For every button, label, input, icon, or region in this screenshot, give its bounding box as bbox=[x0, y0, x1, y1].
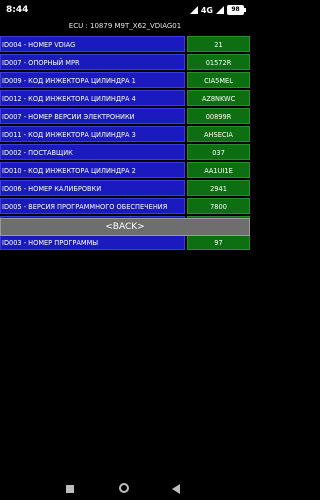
table-row[interactable]: ID004 - НОМЕР VDIAG 21 bbox=[0, 36, 250, 52]
parameter-name: ID004 - НОМЕР VDIAG bbox=[0, 36, 185, 52]
table-row[interactable]: ID003 - НОМЕР ПРОГРАММЫ 97 bbox=[0, 234, 250, 250]
status-icons: 4G 98 bbox=[189, 5, 246, 15]
parameter-value: 00899R bbox=[187, 108, 250, 124]
table-row[interactable]: ID009 - КОД ИНЖЕКТОРА ЦИЛИНДРА 1 CIA5MEL bbox=[0, 72, 250, 88]
battery-icon: 98 bbox=[227, 5, 246, 15]
network-label: 4G bbox=[200, 5, 213, 15]
parameter-name: ID005 - ВЕРСИЯ ПРОГРАММНОГО ОБЕСПЕЧЕНИЯ bbox=[0, 198, 185, 214]
table-row[interactable]: ID012 - КОД ИНЖЕКТОРА ЦИЛИНДРА 4 AZ8NKWC bbox=[0, 90, 250, 106]
parameter-name: ID007 - ОПОРНЫЙ MPR bbox=[0, 54, 185, 70]
parameter-value: 7800 bbox=[187, 198, 250, 214]
parameter-value: AA1UI1E bbox=[187, 162, 250, 178]
parameter-value: 01572R bbox=[187, 54, 250, 70]
table-row[interactable]: ID007 - ОПОРНЫЙ MPR 01572R bbox=[0, 54, 250, 70]
home-icon[interactable] bbox=[119, 483, 129, 493]
table-row[interactable]: ID002 - ПОСТАВЩИК 037 bbox=[0, 144, 250, 160]
table-row[interactable]: ID006 - НОМЕР КАЛИБРОВКИ 2941 bbox=[0, 180, 250, 196]
status-bar: 8:44 4G 98 bbox=[0, 0, 250, 20]
parameter-name: ID006 - НОМЕР КАЛИБРОВКИ bbox=[0, 180, 185, 196]
parameter-name: ID009 - КОД ИНЖЕКТОРА ЦИЛИНДРА 1 bbox=[0, 72, 185, 88]
parameter-name: ID010 - КОД ИНЖЕКТОРА ЦИЛИНДРА 2 bbox=[0, 162, 185, 178]
table-row[interactable]: ID005 - ВЕРСИЯ ПРОГРАММНОГО ОБЕСПЕЧЕНИЯ 7… bbox=[0, 198, 250, 214]
parameter-value: 037 bbox=[187, 144, 250, 160]
ecu-header: ECU : 10879 M9T_X62_VDIAG01 bbox=[68, 22, 182, 30]
recent-apps-icon[interactable] bbox=[66, 485, 74, 493]
parameter-value: 2941 bbox=[187, 180, 250, 196]
parameter-name: ID007 - НОМЕР ВЕРСИИ ЭЛЕКТРОНИКИ bbox=[0, 108, 185, 124]
parameter-name: ID003 - НОМЕР ПРОГРАММЫ bbox=[0, 234, 185, 250]
parameter-value: AHSECIA bbox=[187, 126, 250, 142]
navigation-bar bbox=[0, 478, 250, 500]
parameter-value: 21 bbox=[187, 36, 250, 52]
parameter-name: ID012 - КОД ИНЖЕКТОРА ЦИЛИНДРА 4 bbox=[0, 90, 185, 106]
status-time: 8:44 bbox=[6, 5, 29, 15]
parameter-name: ID002 - ПОСТАВЩИК bbox=[0, 144, 185, 160]
parameter-value: CIA5MEL bbox=[187, 72, 250, 88]
signal-strength-icon bbox=[216, 6, 224, 14]
parameter-value: AZ8NKWC bbox=[187, 90, 250, 106]
back-button[interactable]: <BACK> bbox=[0, 218, 250, 236]
table-row[interactable]: ID010 - КОД ИНЖЕКТОРА ЦИЛИНДРА 2 AA1UI1E bbox=[0, 162, 250, 178]
table-row[interactable]: ID011 - КОД ИНЖЕКТОРА ЦИЛИНДРА 3 AHSECIA bbox=[0, 126, 250, 142]
parameter-value: 97 bbox=[187, 234, 250, 250]
signal-icon bbox=[189, 6, 198, 14]
back-arrow-icon[interactable] bbox=[172, 484, 180, 494]
parameter-name: ID011 - КОД ИНЖЕКТОРА ЦИЛИНДРА 3 bbox=[0, 126, 185, 142]
table-row[interactable]: ID007 - НОМЕР ВЕРСИИ ЭЛЕКТРОНИКИ 00899R bbox=[0, 108, 250, 124]
screen: 8:44 4G 98 ECU : 10879 M9T_X62_VDIAG01 I… bbox=[0, 0, 250, 500]
